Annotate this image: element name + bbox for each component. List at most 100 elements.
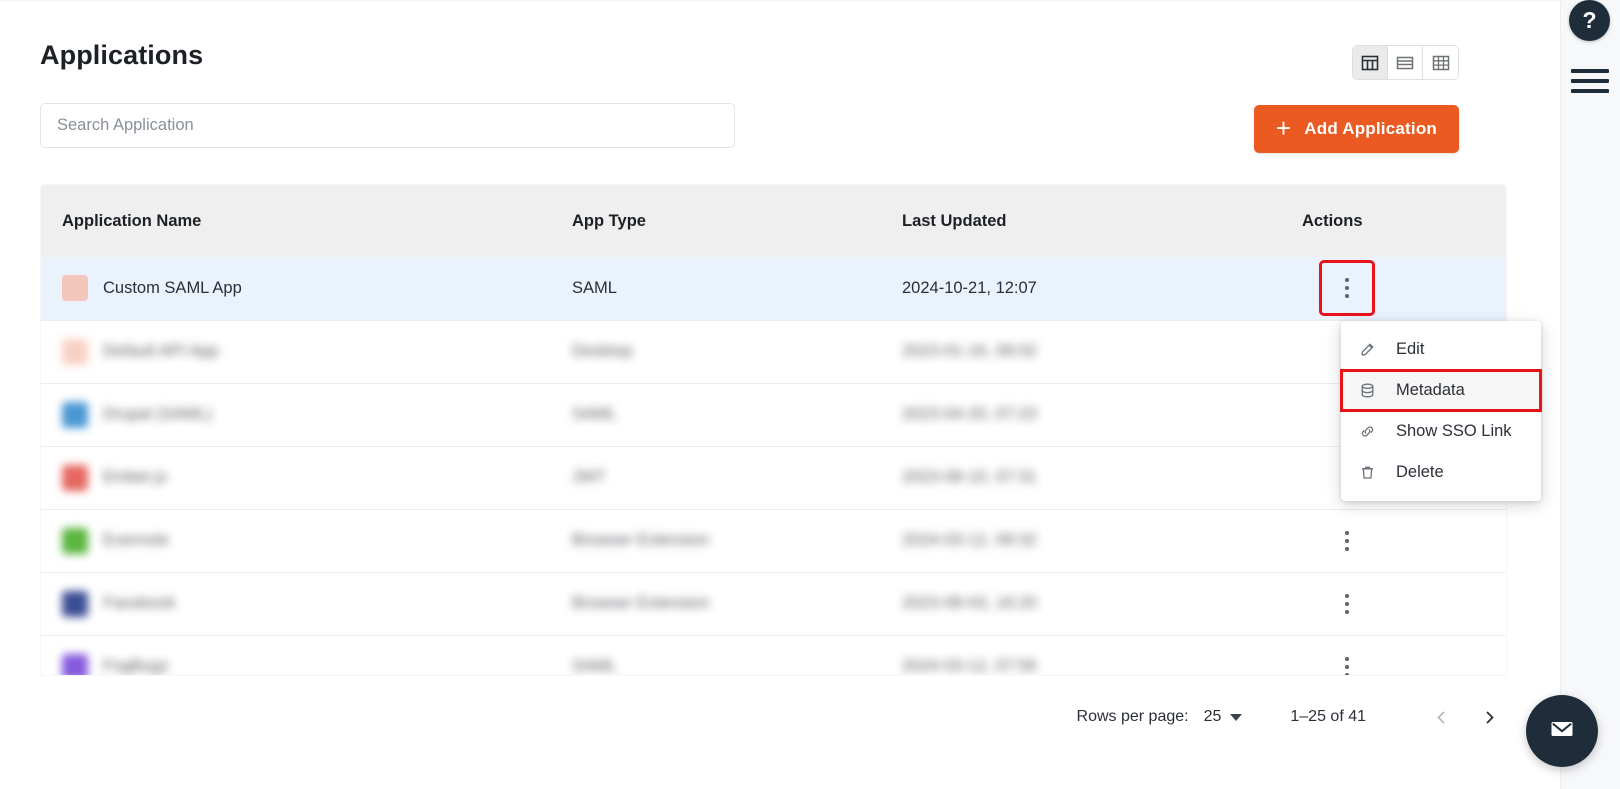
question-mark-icon: ? (1582, 9, 1596, 32)
row-actions-menu[interactable]: Edit Metadata Show SSO Link Delete (1341, 321, 1541, 501)
kebab-dot (1345, 278, 1349, 282)
table-row[interactable]: Facebook Browser Extension 2023-08-03, 16:… (41, 572, 1506, 635)
cell-app-type: SAML (551, 257, 881, 320)
envelope-icon (1547, 714, 1577, 749)
rows-per-page-value: 25 (1204, 708, 1222, 726)
application-name-text: FogBugz (103, 657, 169, 675)
cell-last-updated: 2024-03-12, 09:32 (881, 509, 1281, 572)
next-page-button[interactable] (1472, 700, 1506, 734)
cell-actions (1281, 572, 1506, 635)
list-view-icon (1396, 54, 1414, 72)
last-updated-text: 2023-04-20, 07:23 (902, 405, 1037, 423)
kebab-dot (1345, 673, 1349, 676)
hamburger-menu-button[interactable] (1571, 66, 1609, 96)
kebab-dot (1345, 539, 1349, 543)
cell-last-updated: 2023-08-10, 07:31 (881, 446, 1281, 509)
row-actions-kebab-button[interactable] (1321, 641, 1373, 676)
right-rail: ? (1560, 0, 1620, 789)
kebab-dot (1345, 531, 1349, 535)
chevron-left-icon (1433, 709, 1450, 726)
menu-item-edit[interactable]: Edit (1341, 329, 1541, 370)
application-name-text: Default API App (103, 342, 219, 361)
menu-item-label: Edit (1396, 340, 1424, 359)
table-row[interactable]: Default API App Desktop 2023-01-16, 08:02 (41, 320, 1506, 383)
cell-app-type: Browser Extension (551, 572, 881, 635)
application-name-text: Evernote (103, 531, 169, 550)
help-button[interactable]: ? (1569, 0, 1610, 41)
application-name-text: Facebook (103, 594, 175, 613)
app-type-text: SAML (572, 279, 617, 297)
table-row[interactable]: Ember.js JWT 2023-08-10, 07:31 (41, 446, 1506, 509)
chevron-down-icon (1230, 714, 1242, 721)
application-name-text: Ember.js (103, 468, 167, 487)
application-name-text: Drupal (SAML) (103, 405, 212, 424)
page-title: Applications (40, 40, 203, 71)
applications-table: Application Name App Type Last Updated A… (41, 185, 1506, 675)
cell-last-updated: 2023-04-20, 07:23 (881, 383, 1281, 446)
last-updated-text: 2024-03-12, 09:32 (902, 531, 1037, 549)
menu-item-delete[interactable]: Delete (1341, 452, 1541, 493)
plus-icon: + (1276, 115, 1291, 141)
last-updated-text: 2023-01-16, 08:02 (902, 342, 1037, 360)
cell-last-updated: 2024-03-12, 07:56 (881, 635, 1281, 675)
add-application-button[interactable]: + Add Application (1254, 105, 1459, 153)
app-icon (62, 465, 88, 491)
cell-app-type: JWT (551, 446, 881, 509)
kebab-dot (1345, 294, 1349, 298)
kebab-dot (1345, 610, 1349, 614)
list-view-button[interactable] (1388, 46, 1423, 79)
column-header-app-type: App Type (551, 185, 881, 257)
cell-application-name: Ember.js (41, 446, 551, 509)
table-header-row: Application Name App Type Last Updated A… (41, 185, 1506, 257)
last-updated-text: 2024-03-12, 07:56 (902, 657, 1037, 675)
app-type-text: SAML (572, 405, 617, 423)
cell-last-updated: 2024-10-21, 12:07 (881, 257, 1281, 320)
app-type-text: Browser Extension (572, 531, 710, 549)
cell-application-name: Default API App (41, 320, 551, 383)
cell-application-name: Facebook (41, 572, 551, 635)
row-actions-kebab-button[interactable] (1321, 578, 1373, 630)
app-type-text: SAML (572, 657, 617, 675)
menu-item-metadata[interactable]: Metadata (1341, 370, 1541, 411)
app-icon (62, 654, 88, 676)
kebab-dot (1345, 665, 1349, 669)
table-row[interactable]: Custom SAML AppSAML2024-10-21, 12:07 (41, 257, 1506, 320)
cell-app-type: SAML (551, 635, 881, 675)
rows-per-page-select[interactable]: 25 (1204, 708, 1243, 726)
column-header-actions: Actions (1281, 185, 1506, 257)
table-row[interactable]: Evernote Browser Extension 2024-03-12, 09:… (41, 509, 1506, 572)
row-actions-kebab-button[interactable] (1321, 515, 1373, 567)
column-header-last-updated: Last Updated (881, 185, 1281, 257)
kebab-dot (1345, 657, 1349, 661)
table-row[interactable]: Drupal (SAML) SAML 2023-04-20, 07:23 (41, 383, 1506, 446)
search-input[interactable] (40, 103, 735, 148)
menu-item-label: Metadata (1396, 381, 1465, 400)
kebab-dot (1345, 286, 1349, 290)
hamburger-icon-line (1571, 89, 1609, 93)
table-row[interactable]: FogBugz SAML 2024-03-12, 07:56 (41, 635, 1506, 675)
hamburger-icon-line (1571, 69, 1609, 73)
table-view-button[interactable] (1353, 46, 1388, 79)
pagination-range: 1–25 of 41 (1290, 708, 1366, 726)
grid-view-button[interactable] (1423, 46, 1458, 79)
trash-icon (1359, 464, 1376, 481)
app-type-text: JWT (572, 468, 606, 486)
mail-fab-button[interactable] (1526, 695, 1598, 767)
hamburger-icon-line (1571, 79, 1609, 83)
last-updated-text: 2023-08-03, 16:20 (902, 594, 1037, 612)
previous-page-button[interactable] (1424, 700, 1458, 734)
cell-last-updated: 2023-01-16, 08:02 (881, 320, 1281, 383)
view-toggle-group[interactable] (1352, 45, 1459, 80)
cell-actions (1281, 635, 1506, 675)
menu-item-label: Delete (1396, 463, 1444, 482)
app-icon (62, 339, 88, 365)
cell-actions (1281, 257, 1506, 320)
row-actions-kebab-button[interactable] (1321, 262, 1373, 314)
cell-app-type: Browser Extension (551, 509, 881, 572)
menu-item-show-sso-link[interactable]: Show SSO Link (1341, 411, 1541, 452)
grid-view-icon (1432, 54, 1450, 72)
add-application-label: Add Application (1304, 119, 1437, 139)
cell-app-type: Desktop (551, 320, 881, 383)
link-icon (1359, 423, 1376, 440)
app-icon (62, 591, 88, 617)
